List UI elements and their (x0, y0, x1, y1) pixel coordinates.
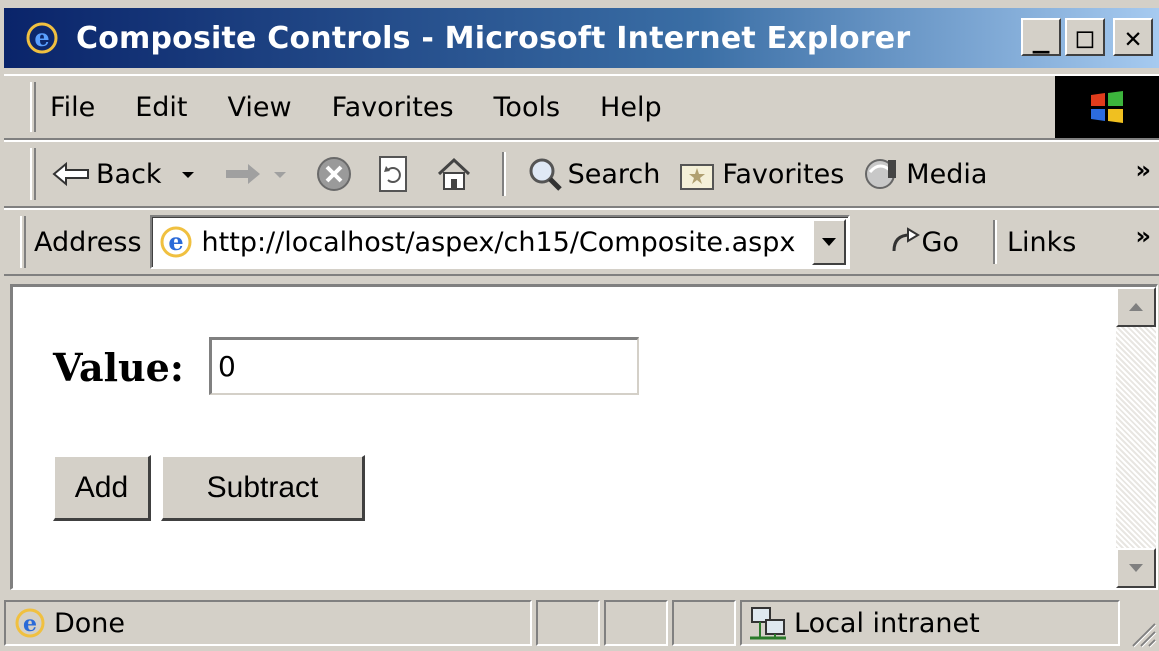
status-panel-extra (672, 600, 736, 646)
scroll-down-button[interactable] (1116, 548, 1156, 588)
chevron-up-icon (1129, 303, 1143, 311)
ie-icon[interactable]: e (20, 16, 64, 60)
window-title: Composite Controls - Microsoft Internet … (76, 20, 911, 56)
address-url[interactable]: http://localhost/aspex/ch15/Composite.as… (202, 227, 812, 258)
standard-toolbar: Back Search Favorites Media » (4, 140, 1159, 208)
scroll-up-button[interactable] (1116, 287, 1156, 327)
refresh-icon (378, 156, 407, 192)
status-text: Done (54, 607, 126, 639)
stop-icon (316, 157, 351, 191)
address-grip[interactable] (20, 216, 26, 268)
minimize-button[interactable]: _ (1021, 18, 1061, 56)
forward-arrow-icon (225, 164, 260, 184)
zone-label: Local intranet (794, 607, 980, 639)
links-separator (992, 220, 997, 264)
subtract-button[interactable]: Subtract (161, 455, 365, 521)
media-icon (865, 159, 897, 189)
search-label: Search (567, 158, 661, 190)
menu-bar: File Edit View Favorites Tools Help (4, 74, 1159, 140)
page-status-icon: e (15, 608, 45, 638)
toolbar-separator (501, 152, 506, 196)
back-dropdown-icon[interactable] (176, 164, 200, 184)
search-icon (529, 158, 562, 191)
svg-text:e: e (168, 227, 183, 256)
status-bar: e Done Local intranet (4, 596, 1159, 650)
forward-dropdown-icon[interactable] (268, 164, 292, 184)
vertical-scrollbar[interactable] (1116, 287, 1156, 588)
menu-view[interactable]: View (227, 92, 291, 123)
close-button[interactable]: ✕ (1113, 18, 1153, 56)
page-ie-icon: e (160, 226, 192, 258)
svg-text:e: e (34, 23, 49, 52)
media-button[interactable]: Media (862, 154, 987, 194)
page-content: Value: Add Subtract (10, 284, 1158, 590)
home-icon (437, 157, 470, 190)
toolbar-overflow-icon[interactable]: » (1135, 156, 1151, 184)
favorites-label: Favorites (722, 158, 845, 190)
address-bar: Address e http://localhost/aspex/ch15/Co… (4, 208, 1159, 276)
browser-window: e Composite Controls - Microsoft Interne… (0, 0, 1159, 651)
go-label: Go (921, 226, 959, 258)
status-main-panel: e Done (4, 600, 532, 646)
home-button[interactable] (434, 154, 478, 194)
menu-favorites[interactable]: Favorites (332, 92, 454, 123)
favorites-star-icon (680, 164, 715, 190)
windows-logo-icon (1055, 76, 1159, 138)
title-bar[interactable]: e Composite Controls - Microsoft Interne… (4, 8, 1159, 68)
menu-help[interactable]: Help (600, 92, 662, 123)
intranet-icon (750, 607, 786, 640)
status-zone-panel[interactable]: Local intranet (740, 600, 1120, 646)
maximize-icon: □ (1076, 20, 1094, 54)
menu-edit[interactable]: Edit (135, 92, 187, 123)
close-icon: ✕ (1124, 20, 1142, 54)
links-button[interactable]: Links (1007, 227, 1076, 258)
menu-grip[interactable] (30, 82, 36, 132)
back-arrow-icon (52, 161, 89, 187)
web-page: Value: Add Subtract (13, 287, 1118, 587)
search-button[interactable]: Search (524, 154, 661, 194)
go-arrow-icon (892, 227, 920, 252)
links-overflow-icon[interactable]: » (1135, 222, 1151, 250)
stop-button[interactable] (314, 154, 358, 194)
toolbar-grip[interactable] (30, 148, 36, 200)
address-label: Address (34, 226, 142, 258)
refresh-button[interactable] (376, 154, 416, 194)
chevron-down-icon (1129, 564, 1143, 572)
chevron-down-icon (821, 238, 836, 246)
status-panel-secure (604, 600, 668, 646)
menu-file[interactable]: File (50, 92, 95, 123)
address-dropdown-button[interactable] (811, 219, 846, 265)
minimize-icon: _ (1032, 20, 1050, 54)
resize-grip-icon[interactable] (1127, 618, 1157, 648)
add-button[interactable]: Add (53, 455, 151, 521)
svg-text:e: e (23, 611, 37, 637)
go-button[interactable]: Go (888, 225, 959, 259)
forward-button[interactable] (222, 159, 296, 189)
media-label: Media (906, 158, 988, 190)
menu-tools[interactable]: Tools (494, 92, 561, 123)
back-label: Back (96, 158, 162, 190)
address-field[interactable]: e http://localhost/aspex/ch15/Composite.… (149, 215, 850, 269)
maximize-button[interactable]: □ (1065, 18, 1105, 56)
value-input[interactable] (209, 337, 639, 395)
back-button[interactable]: Back (50, 159, 204, 190)
status-panel-progress (536, 600, 600, 646)
favorites-button[interactable]: Favorites (678, 156, 844, 192)
value-label: Value: (53, 345, 184, 390)
